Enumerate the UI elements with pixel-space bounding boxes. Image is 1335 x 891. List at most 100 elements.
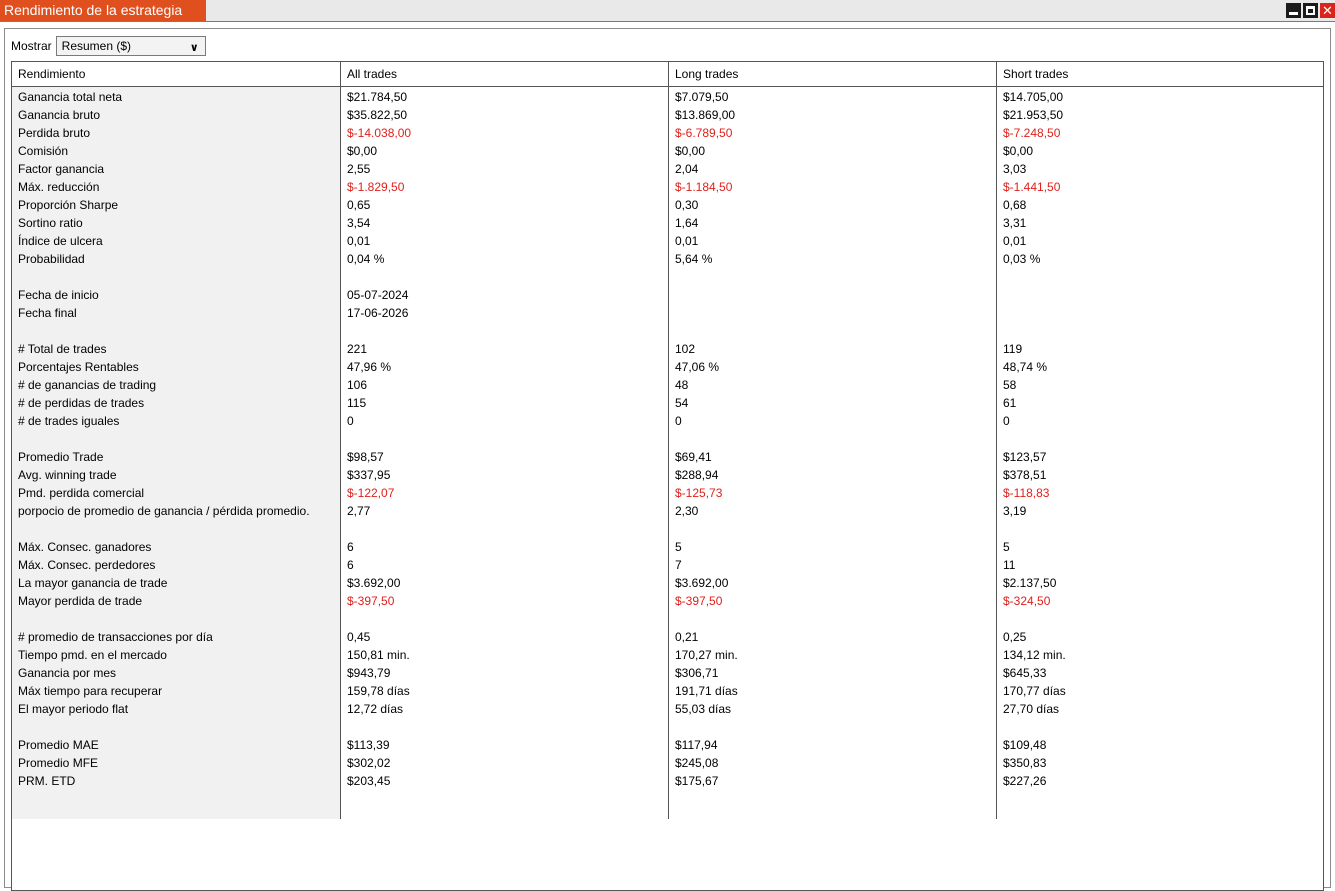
all-trades-value: $-14.038,00	[347, 126, 412, 140]
all-trades-value	[341, 430, 669, 448]
table-row[interactable]: Promedio MFE $302,02 $245,08 $350,83	[12, 754, 1323, 772]
table-row[interactable]	[12, 430, 1323, 448]
strategy-performance-panel: Mostrar Resumen ($) ∨ Rendimiento All tr…	[4, 28, 1331, 891]
all-trades-value: 0,04 %	[347, 252, 385, 266]
table-row[interactable]: Promedio MAE $113,39 $117,94 $109,48	[12, 736, 1323, 754]
long-trades-value: 0,30	[675, 198, 699, 212]
table-row[interactable]: El mayor periodo flat 12,72 días 55,03 día…	[12, 700, 1323, 718]
metric-label: Porcentajes Rentables	[18, 360, 139, 374]
all-trades-value: 12,72 días	[347, 702, 404, 716]
all-trades-value: 0	[347, 414, 354, 428]
table-row[interactable]: Máx tiempo para recuperar 159,78 días 191,…	[12, 682, 1323, 700]
close-icon[interactable]: ✕	[1320, 3, 1335, 18]
chevron-down-icon: ∨	[189, 42, 199, 54]
table-row[interactable]: Probabilidad 0,04 % 5,64 % 0,03 %	[12, 250, 1323, 268]
short-trades-value: 0,01	[1003, 234, 1027, 248]
metric-label: Pmd. perdida comercial	[18, 486, 145, 500]
metric-label: # de ganancias de trading	[18, 378, 157, 392]
all-trades-value: 115	[347, 396, 367, 410]
table-row[interactable]: # de perdidas de trades 115 54 61	[12, 394, 1323, 412]
all-trades-value: 106	[347, 378, 368, 392]
table-row[interactable]: Perdida bruto $-14.038,00 $-6.789,50 $-7.24…	[12, 124, 1323, 142]
metric-label: Promedio MAE	[18, 738, 99, 752]
table-row[interactable]	[12, 322, 1323, 340]
long-trades-value: $7.079,50	[675, 90, 729, 104]
title-bar: Rendimiento de la estrategia ✕	[0, 0, 1335, 22]
short-trades-value	[997, 304, 1323, 322]
all-trades-value: 221	[347, 342, 368, 356]
header-short-trades[interactable]: Short trades	[997, 62, 1323, 87]
maximize-icon[interactable]	[1303, 3, 1318, 18]
table-row[interactable]: Promedio Trade $98,57 $69,41 $123,57	[12, 448, 1323, 466]
table-row[interactable]: # Total de trades 221 102 119	[12, 340, 1323, 358]
long-trades-value	[669, 322, 997, 340]
metric-label: porpocio de promedio de ganancia / pérdi…	[18, 504, 310, 518]
view-select[interactable]: Resumen ($) ∨	[55, 36, 206, 56]
metric-label: Promedio Trade	[18, 450, 104, 464]
table-row[interactable]: PRM. ETD $203,45 $175,67 $227,26	[12, 772, 1323, 790]
minimize-icon[interactable]	[1286, 3, 1301, 18]
header-long-trades[interactable]: Long trades	[669, 62, 997, 87]
table-row[interactable]: Fecha final 17-06-2026	[12, 304, 1323, 322]
all-trades-value: $-397,50	[347, 594, 395, 608]
table-row[interactable]: Porcentajes Rentables 47,96 % 47,06 % 48,74…	[12, 358, 1323, 376]
table-row[interactable]: # de trades iguales 0 0 0	[12, 412, 1323, 430]
long-trades-value: 191,71 días	[675, 684, 738, 698]
long-trades-value: $3.692,00	[675, 576, 729, 590]
table-row[interactable]: Máx. Consec. perdedores 6 7 11	[12, 556, 1323, 574]
table-row[interactable]: Máx. Consec. ganadores 6 5 5	[12, 538, 1323, 556]
short-trades-value: 27,70 días	[1003, 702, 1060, 716]
table-row[interactable]: Tiempo pmd. en el mercado 150,81 min. 170,…	[12, 646, 1323, 664]
table-row[interactable]: Factor ganancia 2,55 2,04 3,03	[12, 160, 1323, 178]
table-row[interactable]: Proporción Sharpe 0,65 0,30 0,68	[12, 196, 1323, 214]
short-trades-value: $227,26	[1003, 774, 1047, 788]
table-row[interactable]: Máx. reducción $-1.829,50 $-1.184,50 $-1.44…	[12, 178, 1323, 196]
table-row[interactable]: Fecha de inicio 05-07-2024	[12, 286, 1323, 304]
table-row[interactable]: # promedio de transacciones por día 0,45 0…	[12, 628, 1323, 646]
short-trades-value: 48,74 %	[1003, 360, 1048, 374]
table-row[interactable]: Pmd. perdida comercial $-122,07 $-125,73 $-…	[12, 484, 1323, 502]
all-trades-value: 17-06-2026	[347, 306, 409, 320]
table-row[interactable]: La mayor ganancia de trade $3.692,00 $3.69…	[12, 574, 1323, 592]
table-row[interactable]: Ganancia bruto $35.822,50 $13.869,00 $21.95…	[12, 106, 1323, 124]
long-trades-value: 1,64	[675, 216, 699, 230]
table-row[interactable]: Ganancia por mes $943,79 $306,71 $645,33	[12, 664, 1323, 682]
header-all-trades[interactable]: All trades	[341, 62, 669, 87]
table-row[interactable]	[12, 520, 1323, 538]
all-trades-value: 150,81 min.	[347, 648, 410, 662]
table-row[interactable]: Ganancia total neta $21.784,50 $7.079,50 $1…	[12, 88, 1323, 106]
short-trades-value: $14.705,00	[1003, 90, 1064, 104]
metric-label	[12, 718, 340, 736]
all-trades-value: 47,96 %	[347, 360, 392, 374]
short-trades-value: 170,77 días	[1003, 684, 1066, 698]
table-row[interactable]	[12, 268, 1323, 286]
metric-label: El mayor periodo flat	[18, 702, 129, 716]
all-trades-value: 0,45	[347, 630, 371, 644]
table-row[interactable]: Mayor perdida de trade $-397,50 $-397,50 $-…	[12, 592, 1323, 610]
table-row[interactable]: # de ganancias de trading 106 48 58	[12, 376, 1323, 394]
table-row[interactable]: Avg. winning trade $337,95 $288,94 $378,51	[12, 466, 1323, 484]
long-trades-value: 102	[675, 342, 696, 356]
metric-label: Promedio MFE	[18, 756, 99, 770]
long-trades-value: 7	[675, 558, 682, 572]
table-row[interactable]: Índice de ulcera 0,01 0,01 0,01	[12, 232, 1323, 250]
all-trades-value: $21.784,50	[347, 90, 408, 104]
table-row[interactable]	[12, 610, 1323, 628]
table-row[interactable]	[12, 718, 1323, 736]
metric-label: Comisión	[18, 144, 69, 158]
all-trades-value: 6	[347, 540, 354, 554]
table-row[interactable]: porpocio de promedio de ganancia / pérdi…	[12, 502, 1323, 520]
all-trades-value: $113,39	[347, 738, 390, 752]
table-row[interactable]: Sortino ratio 3,54 1,64 3,31	[12, 214, 1323, 232]
metric-label: Factor ganancia	[18, 162, 105, 176]
short-trades-value: 58	[1003, 378, 1017, 392]
metric-label: Ganancia por mes	[18, 666, 117, 680]
long-trades-value	[669, 610, 997, 628]
metric-label: Ganancia bruto	[18, 108, 101, 122]
all-trades-value: $-1.829,50	[347, 180, 405, 194]
metric-label: Mayor perdida de trade	[18, 594, 143, 608]
header-performance[interactable]: Rendimiento	[12, 62, 340, 87]
table-row[interactable]: Comisión $0,00 $0,00 $0,00	[12, 142, 1323, 160]
metric-label: Fecha de inicio	[18, 288, 99, 302]
all-trades-value: $0,00	[347, 144, 378, 158]
